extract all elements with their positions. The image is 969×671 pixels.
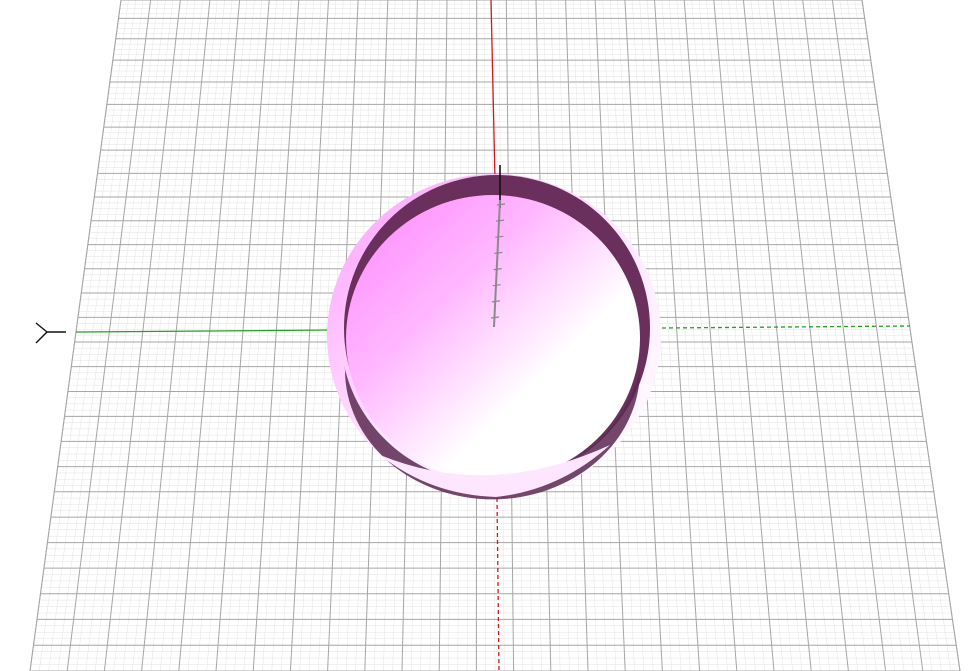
cylinder-cup[interactable] bbox=[327, 174, 661, 500]
viewport-canvas[interactable] bbox=[0, 0, 969, 671]
y-axis-indicator-icon bbox=[35, 322, 66, 344]
cup-inner-floor bbox=[346, 195, 640, 481]
3d-viewport[interactable] bbox=[0, 0, 969, 671]
